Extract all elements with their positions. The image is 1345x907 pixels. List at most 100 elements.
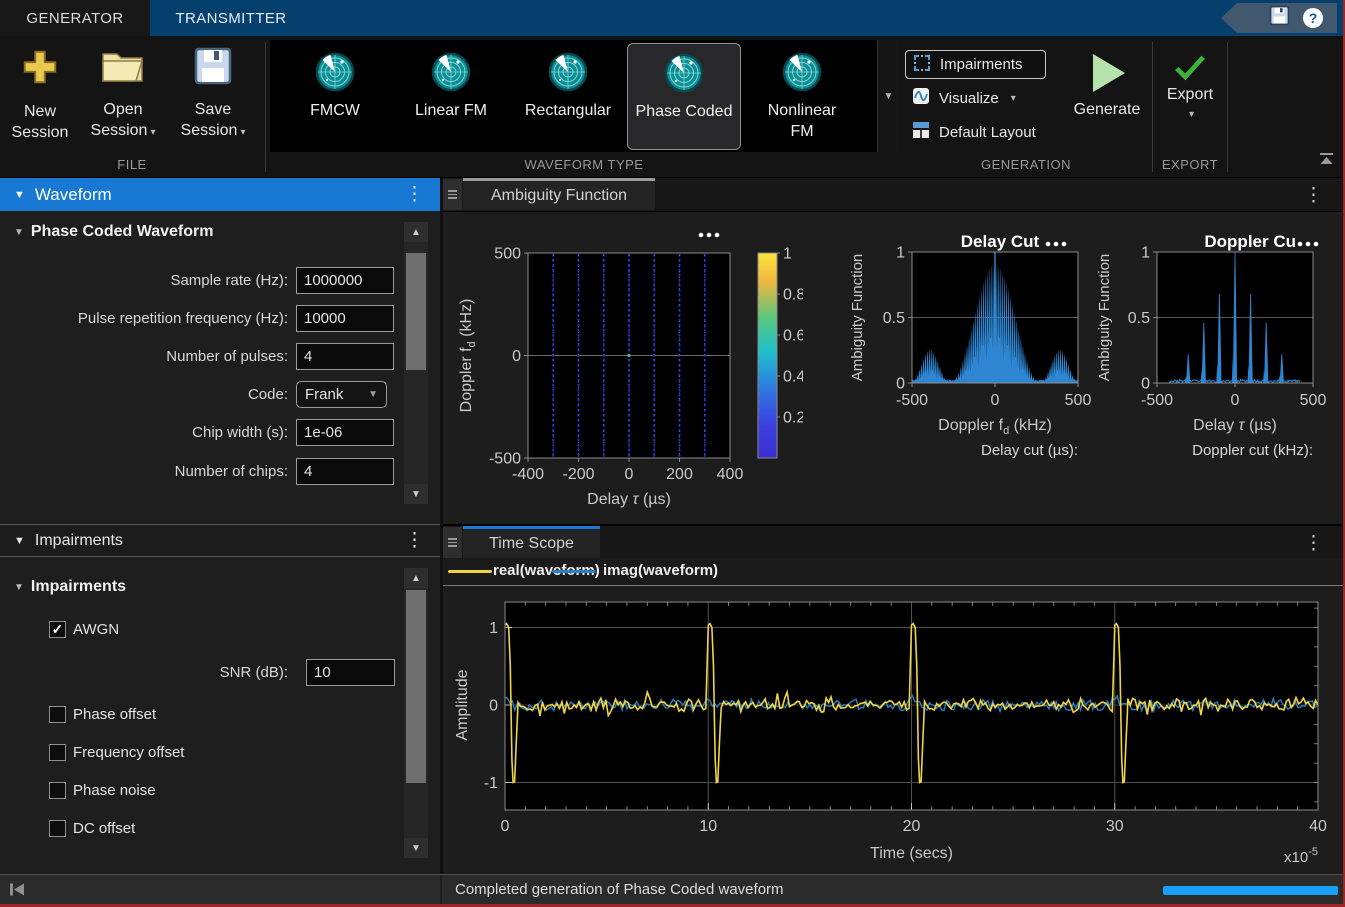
dc-offset-checkbox[interactable] [49,820,66,837]
svg-text:Ambiguity Function: Ambiguity Function [849,254,866,382]
impairments-panel-title: Impairments [35,532,123,550]
export-label: Export [1158,86,1222,104]
impairments-scrollbar[interactable]: ▲ ▼ [404,568,428,858]
snr-input[interactable] [306,659,395,686]
panel-menu-icon[interactable]: ⋮ [405,188,424,202]
svg-text:0: 0 [1141,376,1150,393]
pulse-repetition-frequency-hz-label: Pulse repetition frequency (Hz): [0,305,288,332]
help-icon[interactable]: ? [1303,8,1323,28]
svg-text:0: 0 [625,466,634,483]
ambiguity-heatmap-plot[interactable]: 500 0 -500 -400 -200 0 200 400Doppler fd… [443,211,803,524]
number-of-chips-input[interactable] [296,458,394,485]
chip-width-s-input[interactable] [296,419,394,446]
tab-time-scope[interactable]: Time Scope [463,526,600,558]
tab-generator[interactable]: GENERATOR [0,0,150,36]
save-session-button[interactable]: Save Session▾ [176,46,250,143]
tab-drag-handle-icon[interactable] [443,527,462,558]
default-layout-label: Default Layout [939,124,1036,141]
plot-menu-icon [699,233,704,238]
scroll-down-icon[interactable]: ▼ [404,484,428,504]
svg-text:0: 0 [896,376,905,393]
tab-transmitter[interactable]: TRANSMITTER [150,0,312,36]
tab-ambiguity-function[interactable]: Ambiguity Function [463,178,655,210]
waveform-section-title: Phase Coded Waveform [31,223,214,241]
time-scope-plot[interactable]: -101010203040AmplitudeTime (secs)x10-5 [443,586,1345,871]
scroll-down-icon[interactable]: ▼ [404,838,428,858]
svg-text:Time (secs): Time (secs) [870,845,953,862]
legend-line [448,570,492,573]
gallery-dropdown-button[interactable]: ▼ [877,40,899,152]
export-button[interactable]: Export ▾ [1158,54,1222,120]
generate-button[interactable]: Generate [1072,50,1142,119]
collapse-panel-icon[interactable] [8,881,26,903]
phase-noise-row: Phase noise [49,782,156,799]
quick-access-toolbar: ? [1221,3,1337,33]
impairments-section-title: Impairments [31,578,126,596]
plus-icon [19,75,61,92]
pulse-repetition-frequency-hz-input[interactable] [296,305,394,332]
frequency-offset-checkbox[interactable] [49,744,66,761]
collapse-ribbon-icon[interactable] [1318,152,1335,172]
new-session-button[interactable]: New Session [3,46,77,143]
scroll-up-icon[interactable]: ▲ [404,222,428,242]
plot-menu-icon [715,233,720,238]
phase-noise-checkbox[interactable] [49,782,66,799]
generate-label: Generate [1072,101,1142,119]
save-icon[interactable] [1269,5,1290,31]
scrollbar-thumb[interactable] [406,253,426,370]
waveform-panel-header[interactable]: ▼ Waveform ⋮ [0,178,440,211]
sine-wave-icon [912,87,930,109]
collapse-arrow-icon[interactable]: ▼ [14,535,25,547]
collapse-arrow-icon[interactable]: ▼ [14,582,24,593]
waveform-type-nonlinear-fm[interactable]: Nonlinear FM [747,43,857,148]
time-scope-tab-label: Time Scope [489,535,574,553]
doppler-cut-plot[interactable]: Doppler Cu 0 0.5 1 -500 0 500Ambiguity F… [1095,211,1345,524]
svg-text:0.8: 0.8 [783,287,803,304]
waveform-type-fmcw[interactable]: FMCW [280,43,390,148]
open-session-button[interactable]: Open Session▾ [86,46,160,143]
section-divider [265,42,266,172]
impairments-toggle-button[interactable]: Impairments [905,50,1046,79]
sample-rate-hz-input[interactable] [296,267,394,294]
awgn-checkbox[interactable]: ✓ [49,621,66,638]
waveform-type-rectangular[interactable]: Rectangular [513,43,623,148]
collapse-arrow-icon[interactable]: ▼ [14,227,24,238]
number-of-pulses-input[interactable] [296,343,394,370]
chevron-down-icon: ▾ [1011,93,1016,104]
svg-text:-500: -500 [1141,392,1173,409]
delay-cut-field-label: Delay cut (µs): [908,442,1078,459]
svg-text:Ambiguity Function: Ambiguity Function [1096,254,1113,382]
svg-text:Doppler fd​ (kHz): Doppler fd​ (kHz) [458,299,478,413]
scrollbar-thumb[interactable] [406,590,426,783]
waveform-section-header[interactable]: ▼ Phase Coded Waveform [14,223,213,241]
delay-cut-plot[interactable]: Delay Cut 0 0.5 1 -500 0 500Ambiguity Fu… [845,211,1095,524]
waveform-type-linear-fm[interactable]: Linear FM [396,43,506,148]
chevron-down-icon: ▾ [150,127,155,138]
collapse-arrow-icon[interactable]: ▼ [14,189,25,201]
tab-bar-menu-icon[interactable]: ⋮ [1304,184,1323,207]
chevron-down-icon: ▼ [368,389,378,400]
default-layout-button[interactable]: Default Layout [912,121,1036,143]
impairments-panel-header[interactable]: ▼ Impairments ⋮ [0,524,440,557]
waveform-scrollbar[interactable]: ▲ ▼ [404,222,428,504]
scroll-up-icon[interactable]: ▲ [404,568,428,588]
svg-text:Doppler Cu: Doppler Cu [1204,232,1296,251]
visualize-button[interactable]: Visualize ▾ [912,87,1016,109]
radar-icon [280,52,390,97]
export-section-label: EXPORT [1140,157,1240,172]
tab-bar-menu-icon[interactable]: ⋮ [1304,532,1323,555]
colorbar [758,253,777,458]
svg-text:-400: -400 [512,466,544,483]
tab-drag-handle-icon[interactable] [443,179,462,210]
impairments-section-header[interactable]: ▼ Impairments [14,578,126,596]
check-icon [1174,68,1206,85]
waveform-type-phase-coded[interactable]: Phase Coded [627,43,741,150]
progress-bar [1163,886,1338,895]
panel-menu-icon[interactable]: ⋮ [405,534,424,548]
svg-text:-500: -500 [489,451,521,468]
phase-offset-checkbox[interactable] [49,706,66,723]
status-bar: Completed generation of Phase Coded wave… [0,874,1345,904]
legend-line [552,570,596,573]
code-dropdown[interactable]: Frank▼ [296,381,387,408]
plot-menu-icon [1054,242,1059,247]
